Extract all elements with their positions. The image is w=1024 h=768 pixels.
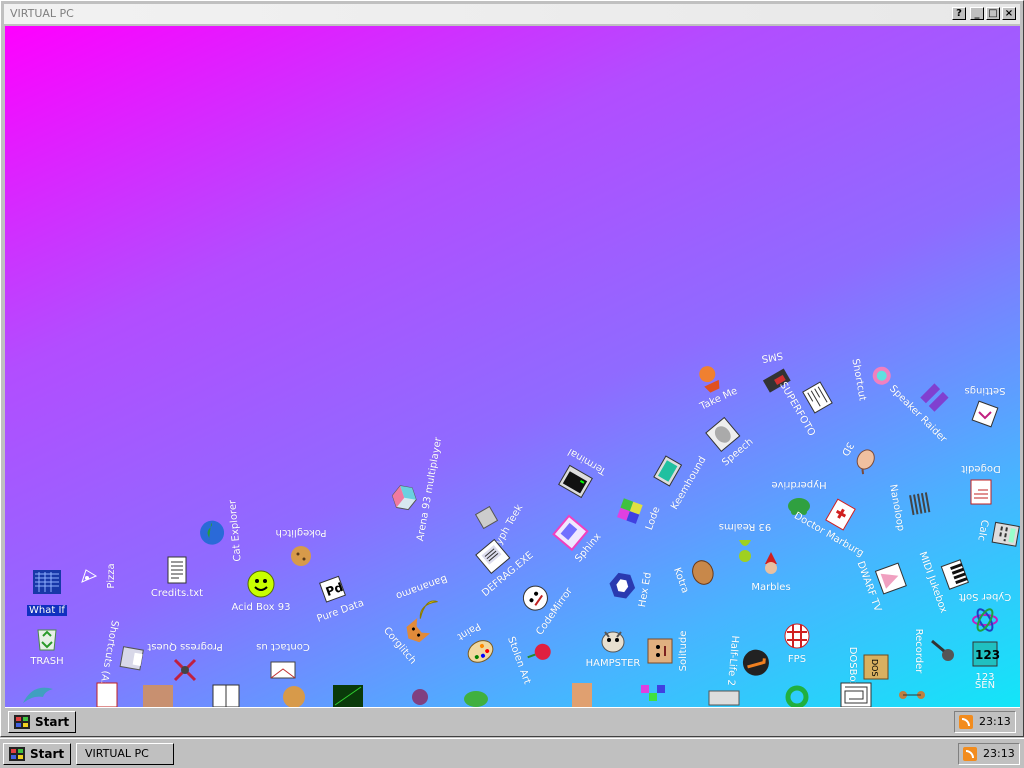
rss-icon[interactable] xyxy=(959,715,973,729)
notepad-icon xyxy=(970,479,992,505)
calculator-icon xyxy=(991,521,1020,547)
mail-icon xyxy=(270,661,296,679)
desktop-icon-settings[interactable]: Settings xyxy=(945,360,1020,430)
desktop-icon-label: HAMPSTER xyxy=(585,658,641,669)
desktop-icon-cyber-soft[interactable]: Cyber Soft xyxy=(945,566,1020,636)
photo-icon[interactable] xyxy=(141,683,175,707)
inner-start-button[interactable]: Start xyxy=(8,711,76,733)
desktop-icon-pizza[interactable]: Pizza xyxy=(72,536,142,616)
desktop-icon-label: Pokeglitch xyxy=(275,527,327,538)
frog-icon[interactable] xyxy=(461,683,491,707)
desktop-icon-progress-quest[interactable]: Progress Quest xyxy=(145,616,225,686)
hamster-icon xyxy=(601,631,625,653)
desktop-icon-label: Marbles xyxy=(751,582,791,593)
desktop-icon-label: What If xyxy=(27,605,67,616)
start-label: Start xyxy=(30,747,65,761)
start-logo-icon xyxy=(9,747,25,761)
outer-system-tray: 23:13 xyxy=(958,743,1020,765)
window-title: VIRTUAL PC xyxy=(10,7,74,20)
maze-icon[interactable] xyxy=(839,681,873,707)
outer-taskbar: Start VIRTUAL PC 23:13 xyxy=(0,738,1024,768)
atom-icon xyxy=(972,608,998,632)
desktop-icon-label: Recorder xyxy=(913,628,924,674)
dolphin-icon[interactable] xyxy=(21,681,57,707)
svg-text:DOS: DOS xyxy=(870,659,879,677)
inner-system-tray: 23:13 xyxy=(954,711,1016,733)
ring-icon[interactable] xyxy=(781,683,813,707)
maximize-button[interactable]: □ xyxy=(986,7,1000,20)
desktop-icon-93-realms[interactable]: Marbles xyxy=(731,548,811,618)
tetris-icon[interactable] xyxy=(637,681,671,707)
desktop-area[interactable]: What If TRASH Pizza Credits.txt Shortcut… xyxy=(5,26,1020,707)
start-logo-icon xyxy=(14,715,30,729)
desktop-icon-label: Credits.txt xyxy=(150,588,204,599)
inner-taskbar: Start 23:13 xyxy=(5,707,1020,736)
desktop-icon-pokeglitch[interactable]: Pokeglitch xyxy=(261,502,341,572)
desktop-icon-label: Cyber Soft xyxy=(958,591,1012,602)
desktop-icon-cat-explorer[interactable]: Cat Explorer xyxy=(193,488,270,574)
cookie-icon[interactable] xyxy=(279,683,309,707)
desktop-icon-label: Progress Quest xyxy=(147,641,223,652)
matrix-icon[interactable] xyxy=(331,683,365,707)
doom-face-icon[interactable] xyxy=(567,681,597,707)
book-icon[interactable] xyxy=(211,683,241,707)
crossed-swords-icon xyxy=(173,658,197,682)
desktop-icon-label: Settings xyxy=(964,385,1006,396)
window-controls: ? _ □ × xyxy=(952,7,1016,20)
window-titlebar[interactable]: VIRTUAL PC ? _ □ × xyxy=(4,4,1020,24)
numbers-icon: 123 xyxy=(972,641,1000,667)
rss-icon[interactable] xyxy=(963,747,977,761)
recycle-bin-icon xyxy=(37,629,57,651)
virtual-pc-window: VIRTUAL PC ? _ □ × What If TRASH Pizza C… xyxy=(0,0,1024,737)
cube-icon xyxy=(391,485,417,511)
desktop-icon-label: Dogedit xyxy=(961,463,1001,474)
smiley-icon xyxy=(247,570,275,598)
hexagon-icon xyxy=(609,572,636,599)
face-icon xyxy=(647,638,673,664)
grid-app-icon xyxy=(33,570,61,594)
globe-icon xyxy=(200,520,225,545)
desktop-icon-nanoloop[interactable]: Nanoloop xyxy=(860,462,943,553)
drive-icon[interactable] xyxy=(707,685,741,707)
svg-text:123: 123 xyxy=(975,648,1000,662)
pattern-icon xyxy=(909,492,931,516)
clock: 23:13 xyxy=(983,747,1015,760)
desktop-icon-dogedit[interactable]: Dogedit xyxy=(941,438,1020,508)
desktop-icon-label: SEN xyxy=(974,680,996,691)
taskbar-item-virtual-pc[interactable]: VIRTUAL PC xyxy=(76,743,174,765)
desktop-icon-label: Acid Box 93 xyxy=(231,602,291,613)
close-button[interactable]: × xyxy=(1002,7,1016,20)
desktop-icon-label: Pizza xyxy=(106,563,117,589)
red-file-icon[interactable] xyxy=(93,681,123,707)
outer-start-button[interactable]: Start xyxy=(3,743,71,765)
help-button[interactable]: ? xyxy=(952,7,966,20)
desktop-icon-sen[interactable]: SEN xyxy=(945,678,1020,707)
pizza-icon xyxy=(81,569,98,583)
network-icon[interactable] xyxy=(895,683,929,707)
minimize-button[interactable]: _ xyxy=(970,7,984,20)
start-label: Start xyxy=(35,715,70,729)
cookie-icon xyxy=(291,546,311,566)
desktop-icon-arena93[interactable]: Arena 93 multiplayer xyxy=(382,436,465,547)
desktop-icon-label: Cat Explorer xyxy=(227,499,244,562)
clock: 23:13 xyxy=(979,715,1011,728)
settings-icon xyxy=(971,400,999,428)
gnome-icon xyxy=(765,552,777,574)
ball-icon xyxy=(784,623,810,649)
text-file-icon xyxy=(167,556,187,584)
virus-icon[interactable] xyxy=(405,683,435,707)
